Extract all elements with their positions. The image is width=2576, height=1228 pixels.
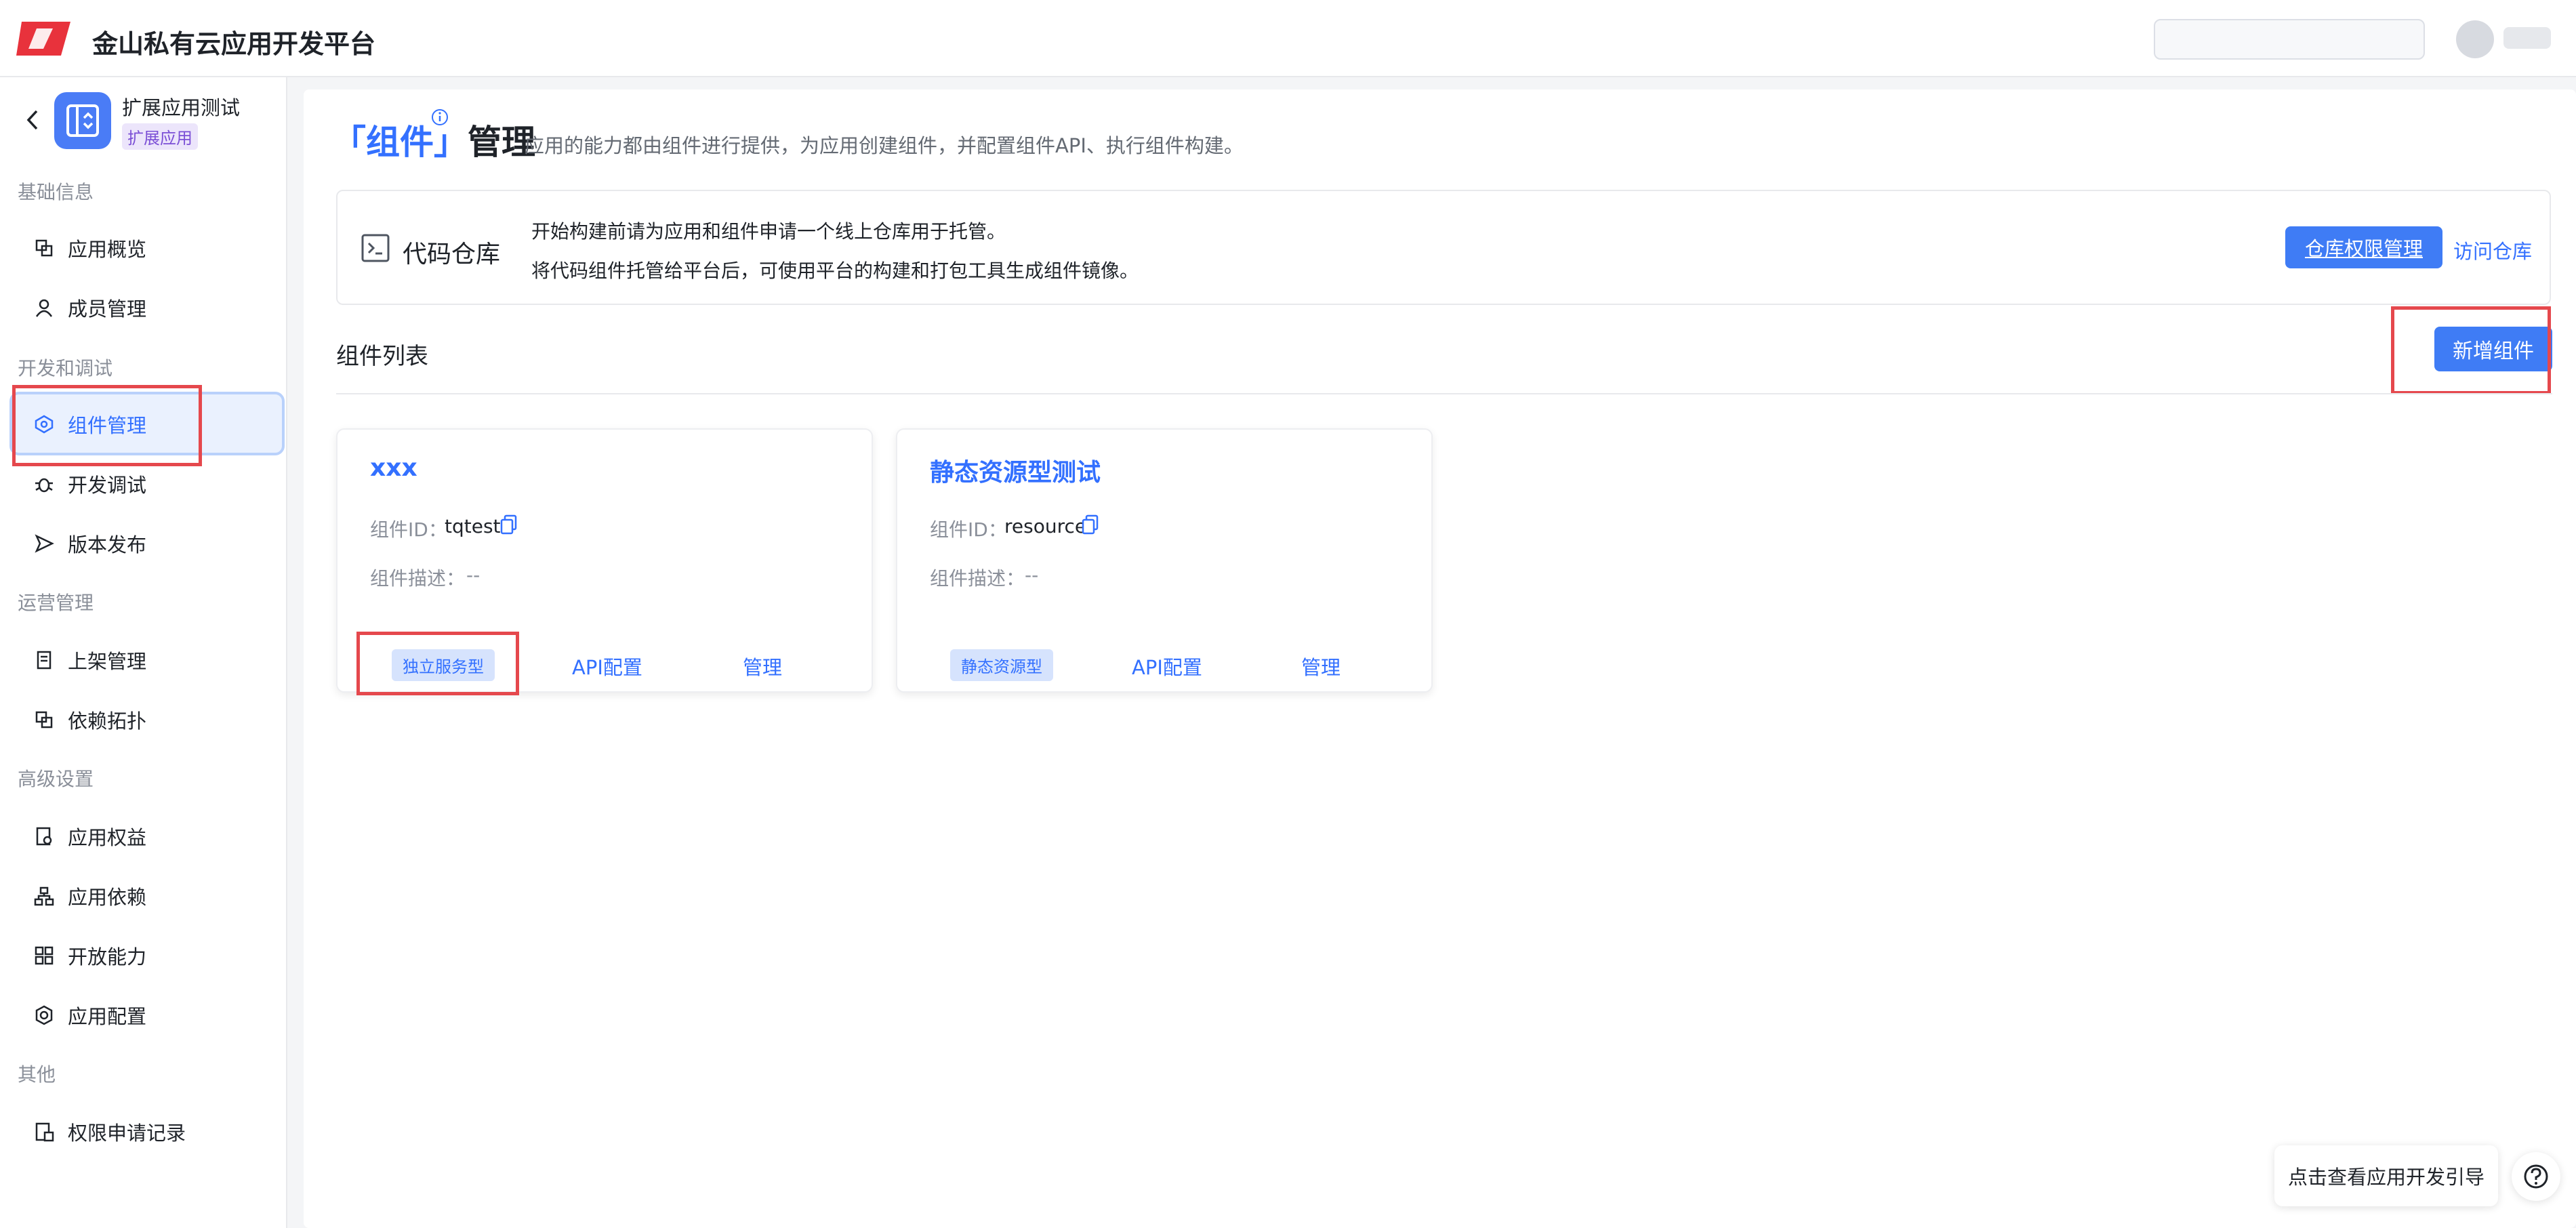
manage-link[interactable]: 管理 <box>1301 652 1341 680</box>
nav-group-ops: 运营管理 <box>18 592 94 614</box>
app-icon <box>54 92 111 149</box>
sidebar-item-release[interactable]: 版本发布 <box>34 523 146 564</box>
top-bar: 金山私有云应用开发平台 <box>0 0 2576 77</box>
component-name[interactable]: 静态资源型测试 <box>930 453 1101 488</box>
logo-icon <box>16 22 70 56</box>
highlight-box-add <box>2391 306 2551 394</box>
highlight-box-nav <box>12 385 202 466</box>
app-type-badge: 扩展应用 <box>122 123 198 150</box>
sidebar-item-rights[interactable]: 应用权益 <box>34 816 146 857</box>
nav-group-other: 其他 <box>18 1063 56 1086</box>
sidebar-item-label: 开发调试 <box>68 474 147 497</box>
component-name[interactable]: xxx <box>370 454 417 482</box>
avatar[interactable] <box>2456 20 2494 58</box>
component-type-badge: 静态资源型 <box>950 649 1053 681</box>
bug-icon <box>34 474 54 494</box>
platform-title: 金山私有云应用开发平台 <box>92 29 376 59</box>
dependency-icon <box>34 886 54 906</box>
sidebar-item-label: 应用概览 <box>68 238 147 261</box>
sidebar-item-label: 应用权益 <box>68 826 147 849</box>
listing-icon <box>34 650 54 670</box>
sidebar-item-members[interactable]: 成员管理 <box>34 287 146 328</box>
copy-icon[interactable] <box>1082 514 1099 535</box>
nav-group-basic: 基础信息 <box>18 181 94 203</box>
topology-icon <box>34 710 54 730</box>
record-icon <box>34 1122 54 1142</box>
visit-repo-link[interactable]: 访问仓库 <box>2453 236 2532 264</box>
question-icon <box>2524 1164 2548 1189</box>
repo-title: 代码仓库 <box>403 241 501 268</box>
sidebar-item-label: 应用配置 <box>68 1005 147 1028</box>
repo-permission-button[interactable]: 仓库权限管理 <box>2285 226 2442 268</box>
code-repo-card <box>336 190 2551 305</box>
help-button[interactable] <box>2512 1152 2560 1201</box>
user-icon <box>34 298 54 318</box>
manage-link[interactable]: 管理 <box>743 652 782 680</box>
sidebar-item-label: 成员管理 <box>68 298 147 321</box>
sidebar-item-label: 开放能力 <box>68 945 147 968</box>
search-input[interactable] <box>2154 19 2425 60</box>
component-desc-value: -- <box>466 564 481 586</box>
nav-group-dev: 开发和调试 <box>18 357 113 380</box>
divider <box>336 393 2552 394</box>
component-id-label: 组件ID： <box>370 518 447 541</box>
component-desc-label: 组件描述： <box>370 567 466 590</box>
back-arrow-icon[interactable] <box>22 108 45 131</box>
component-id-value: resource <box>1004 515 1087 537</box>
sidebar-item-config[interactable]: 应用配置 <box>34 995 146 1036</box>
info-icon[interactable] <box>431 108 449 126</box>
sidebar-item-dependency[interactable]: 应用依赖 <box>34 876 146 916</box>
dev-guide-button[interactable]: 点击查看应用开发引导 <box>2274 1145 2498 1206</box>
title-bracket-close: 」 <box>434 123 468 162</box>
component-desc-value: -- <box>1025 564 1039 586</box>
sidebar-item-topology[interactable]: 依赖拓扑 <box>34 699 146 740</box>
sidebar-item-label: 应用依赖 <box>68 886 147 909</box>
overview-icon <box>34 238 54 258</box>
sidebar-item-listing[interactable]: 上架管理 <box>34 640 146 680</box>
repo-hint-line2: 将代码组件托管给平台后，可使用平台的构建和打包工具生成组件镜像。 <box>531 260 1139 282</box>
grid-icon <box>34 945 54 966</box>
component-id-value: tqtest <box>445 515 501 537</box>
component-id-label: 组件ID： <box>930 518 1007 541</box>
rights-icon <box>34 826 54 846</box>
app-name: 扩展应用测试 <box>122 96 241 119</box>
sidebar-item-label: 版本发布 <box>68 533 147 556</box>
sidebar-item-permission-records[interactable]: 权限申请记录 <box>34 1111 186 1152</box>
component-desc-label: 组件描述： <box>930 567 1025 590</box>
user-name[interactable] <box>2503 27 2551 49</box>
send-icon <box>34 533 54 554</box>
copy-icon[interactable] <box>500 514 518 535</box>
sidebar-item-debug[interactable]: 开发调试 <box>34 464 146 504</box>
page-description: 应用的能力都由组件进行提供，为应用创建组件，并配置组件API、执行组件构建。 <box>525 134 1244 157</box>
sidebar-item-label: 依赖拓扑 <box>68 710 147 733</box>
title-keyword: 组件 <box>366 123 434 162</box>
sidebar-item-label: 权限申请记录 <box>68 1122 186 1145</box>
component-list-title: 组件列表 <box>336 343 428 370</box>
sidebar-item-overview[interactable]: 应用概览 <box>34 228 146 268</box>
api-config-link[interactable]: API配置 <box>1132 652 1202 680</box>
api-config-link[interactable]: API配置 <box>572 652 642 680</box>
sidebar-item-label: 上架管理 <box>68 650 147 673</box>
highlight-box-type <box>356 632 519 695</box>
terminal-icon <box>361 234 390 262</box>
repo-hint-line1: 开始构建前请为应用和组件申请一个线上仓库用于托管。 <box>531 220 1006 243</box>
nav-group-advanced: 高级设置 <box>18 768 94 790</box>
gear-icon <box>34 1005 54 1025</box>
sidebar-item-open-capability[interactable]: 开放能力 <box>34 935 146 976</box>
title-bracket-open: 「 <box>332 123 366 162</box>
